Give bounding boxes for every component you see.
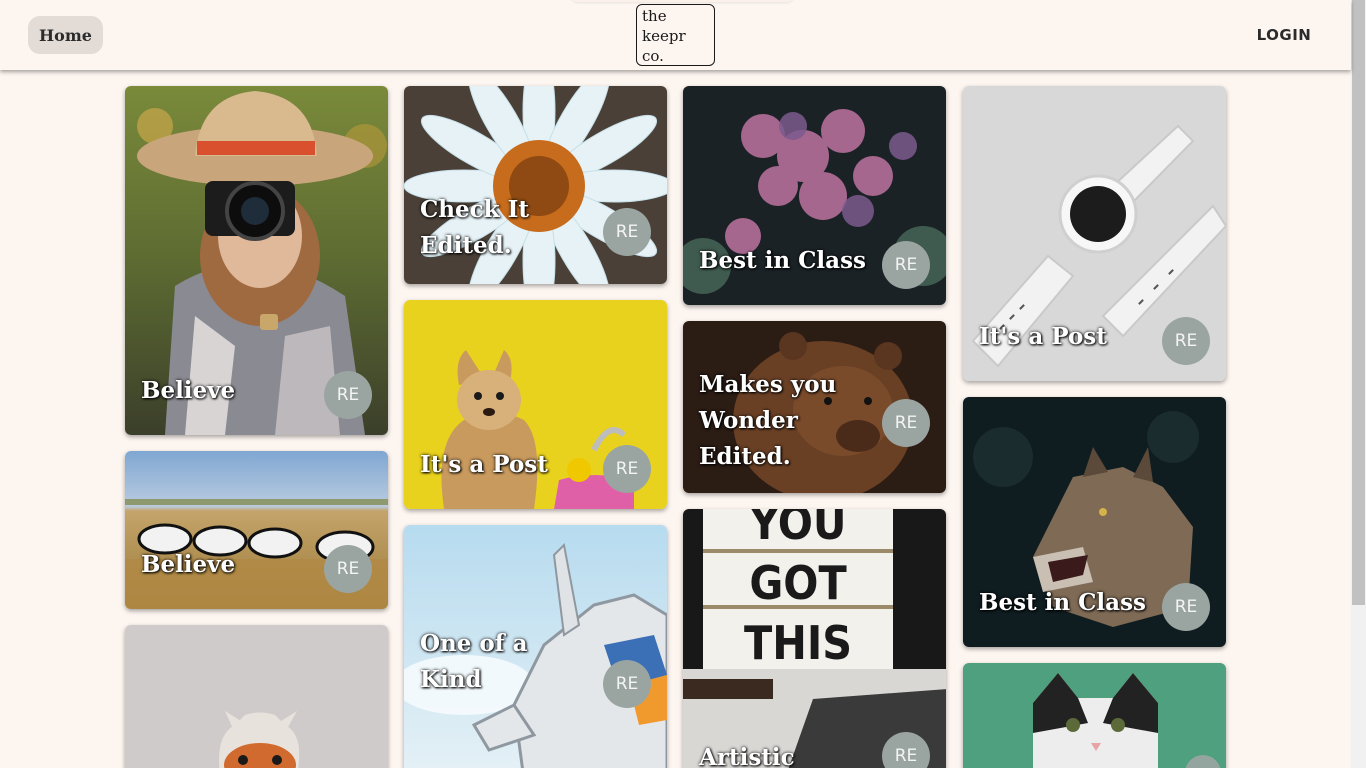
card-title: Check It Edited. bbox=[420, 196, 529, 259]
lightbox-image: YOU GOT THIS bbox=[683, 509, 946, 768]
keep-card[interactable]: It's a Post RE bbox=[404, 300, 667, 509]
creator-avatar[interactable]: RE bbox=[603, 208, 651, 256]
creator-avatar[interactable]: RE bbox=[603, 660, 651, 708]
lightbox-line: YOU bbox=[748, 509, 846, 550]
creator-avatar[interactable]: RE bbox=[882, 241, 930, 289]
keep-card[interactable]: YOU GOT THIS Artistic RE bbox=[683, 509, 946, 768]
lightbox-line: GOT bbox=[749, 556, 847, 610]
card-title: Believe bbox=[141, 377, 236, 404]
card-title: Believe bbox=[141, 551, 236, 578]
creator-avatar[interactable]: RE bbox=[1162, 583, 1210, 631]
card-title: It's a Post bbox=[420, 451, 548, 478]
logo[interactable]: the keepr co. bbox=[636, 4, 715, 66]
creator-avatar[interactable]: RE bbox=[603, 445, 651, 493]
creator-avatar[interactable]: RE bbox=[1162, 317, 1210, 365]
scrollbar-thumb[interactable] bbox=[1352, 0, 1365, 605]
keep-card[interactable]: It's a Post RE bbox=[963, 86, 1226, 381]
top-tab bbox=[570, 0, 795, 2]
card-title: Best in Class bbox=[699, 247, 866, 274]
keep-card[interactable]: One of a Kind RE bbox=[404, 525, 667, 768]
keep-card[interactable]: Best in Class RE bbox=[963, 397, 1226, 647]
card-title: It's a Post bbox=[979, 323, 1107, 350]
creator-avatar[interactable]: RE bbox=[324, 545, 372, 593]
keep-card[interactable]: Check It Edited. RE bbox=[404, 86, 667, 284]
login-button[interactable]: LOGIN bbox=[1244, 22, 1324, 48]
creator-avatar[interactable]: RE bbox=[882, 399, 930, 447]
card-title: Makes you Wonder Edited. bbox=[699, 371, 837, 470]
home-button[interactable]: Home bbox=[28, 16, 103, 54]
keep-card[interactable]: Believe RE bbox=[125, 86, 388, 435]
creator-avatar[interactable]: RE bbox=[324, 371, 372, 419]
keep-card[interactable]: Makes you Wonder Edited. RE bbox=[683, 321, 946, 493]
cat-image bbox=[963, 663, 1226, 768]
card-title: Best in Class bbox=[979, 589, 1146, 616]
navbar: Home the keepr co. LOGIN bbox=[0, 0, 1351, 70]
keep-card[interactable]: Best in Class RE bbox=[683, 86, 946, 305]
card-title: One of a Kind bbox=[420, 630, 528, 693]
lightbox-line: THIS bbox=[744, 616, 852, 670]
keep-card[interactable] bbox=[963, 663, 1226, 768]
keep-card[interactable] bbox=[125, 625, 388, 768]
fox-figurine-image bbox=[125, 625, 388, 768]
card-title: Artistic bbox=[699, 744, 795, 768]
keep-card[interactable]: Believe RE bbox=[125, 451, 388, 609]
